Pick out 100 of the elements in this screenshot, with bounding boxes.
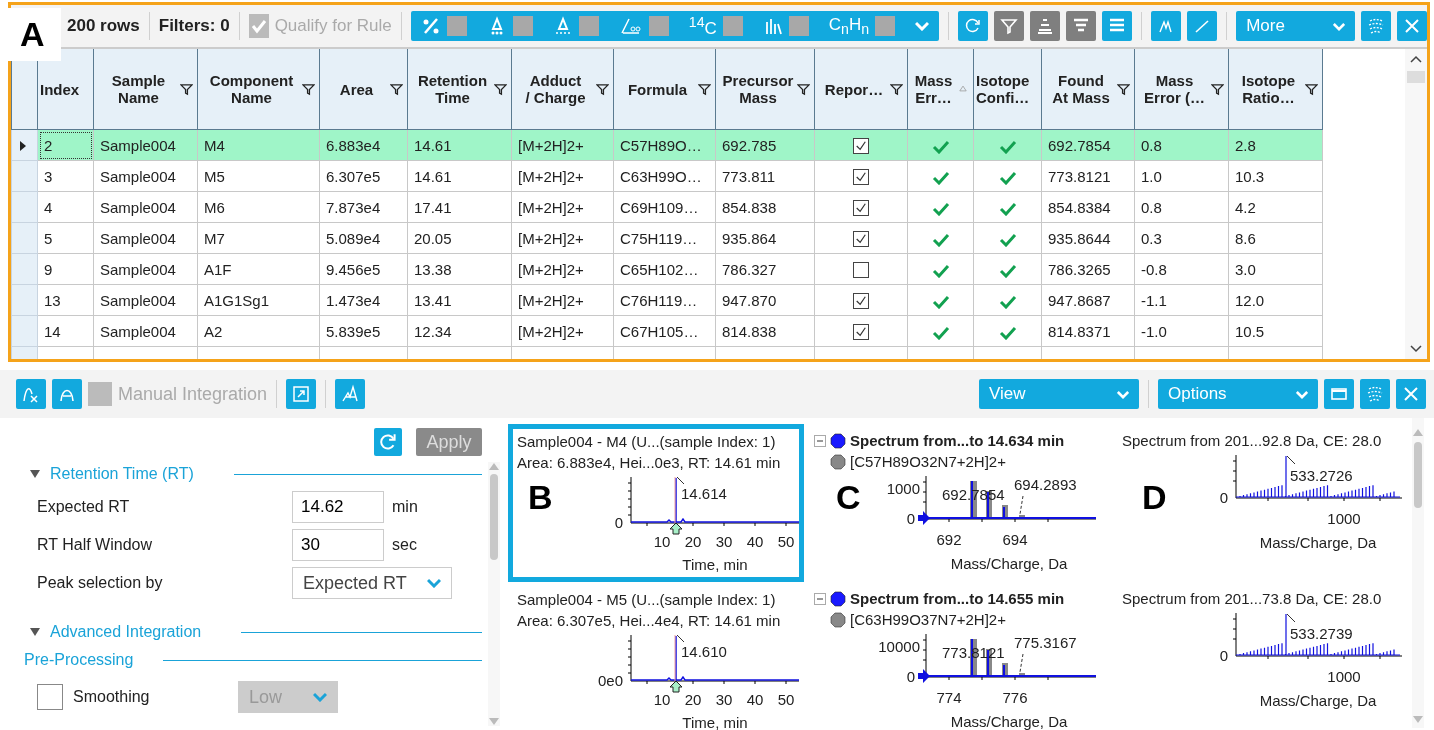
checkbox[interactable] [853,169,869,185]
filter-icon[interactable] [797,83,810,96]
column-header[interactable]: Formula [613,49,716,130]
column-header[interactable]: Isotope Confi… [973,49,1042,130]
toggle-box[interactable] [788,16,809,36]
toggle-box[interactable] [722,16,743,36]
peak-button[interactable] [1151,11,1182,41]
input-field[interactable]: 30 [292,529,384,561]
input-field[interactable]: 14.62 [292,491,384,523]
peak-a-button[interactable] [52,379,82,409]
table-row[interactable]: 14 Sample004 A2 5.839e5 12.34 [M+2H]2+ C67H105… 814.838 814.8371 -1.0 10.5 [11,315,1323,347]
table-cell: 786.327 [715,253,815,285]
scroll-up-icon[interactable] [1410,55,1422,63]
column-header[interactable]: Found At Mass [1041,49,1135,130]
octagon-icon [830,590,846,607]
axis-title: Time, min [682,556,748,573]
refresh-button[interactable] [958,11,989,41]
tick-label: 0 [1219,489,1228,506]
column-header[interactable]: Component Name [197,49,320,130]
table-cell: 13.41 [407,284,512,316]
filter-icon[interactable] [698,83,711,96]
toggle-box[interactable] [875,16,896,36]
table-cell: C67H105… [613,315,716,347]
column-header[interactable]: Area [319,49,408,130]
scrollbar[interactable] [488,462,500,726]
chart-subtitle: Area: 6.307e5, Hei...4e4, RT: 14.61 min [517,611,782,631]
table-cell: 6.883e4 [319,129,408,161]
line-button[interactable] [1187,11,1218,41]
table-cell: C63H99O… [613,160,716,192]
toggle-box[interactable] [578,16,599,36]
checkbox[interactable] [853,200,869,216]
table-row[interactable]: 4 Sample004 M6 7.873e4 17.41 [M+2H]2+ C69H109… 854.838 854.8384 0.8 4.2 [11,191,1323,223]
table-row[interactable]: 2 Sample004 M4 6.883e4 14.61 [M+2H]2+ C57H89O… 692.785 692.7854 0.8 2.8 [11,129,1323,161]
table-row[interactable]: 3 Sample004 M5 6.307e5 14.61 [M+2H]2+ C63H99O… 773.811 773.8121 1.0 10.3 [11,160,1323,192]
filter-icon[interactable] [180,83,193,96]
column-header[interactable]: Mass Error (… [1134,49,1229,130]
peak-pick-button[interactable] [335,379,366,409]
scroll-down-icon[interactable] [1410,345,1422,353]
filter-icon[interactable] [494,83,507,96]
table-cell: 692.7854 [1041,129,1135,161]
caret-icon[interactable] [915,21,930,31]
row-header[interactable] [11,129,38,161]
scrollbar[interactable] [1412,418,1424,728]
zoom-fit-button[interactable] [286,379,317,409]
toggle-box[interactable] [648,16,669,36]
axis-title: Mass/Charge, Da [1259,692,1377,709]
scroll-thumb[interactable] [1414,442,1422,508]
column-header[interactable]: Precursor Mass [715,49,815,130]
select-dropdown[interactable]: Expected RT [292,567,452,599]
toggle-box[interactable] [446,16,467,36]
collapse-icon[interactable] [814,434,826,447]
column-header[interactable]: Repor… [814,49,908,130]
checkbox[interactable] [853,231,869,247]
tick-label: 774 [936,689,962,706]
formula-peak-button[interactable] [16,379,46,409]
close-button[interactable] [1396,379,1426,409]
scroll-thumb[interactable] [1407,71,1425,83]
close-button[interactable] [1397,11,1427,41]
field-label: RT Half Window [37,536,153,554]
checkbox[interactable] [853,138,869,154]
table-row[interactable]: 13 Sample004 A1G1Sg1 1.473e4 13.41 [M+2H]2+ C76H119… 947.870 947.8687 -1.1 12.0 [11,284,1323,316]
column-header[interactable]: Isotope Ratio… [1228,49,1323,130]
settings-button[interactable] [1360,379,1390,409]
checkbox[interactable] [853,262,869,278]
panel-label: D [1142,480,1167,514]
table-row[interactable]: 9 Sample004 A1F 9.456e5 13.38 [M+2H]2+ C65H102… 786.327 786.3265 -0.8 3.0 [11,253,1323,285]
table-row[interactable]: 5 Sample004 M7 5.089e4 20.05 [M+2H]2+ C75H119… 935.864 935.8644 0.3 8.6 [11,222,1323,254]
chromatogram-pane[interactable]: Sample004 - M5 (U...(sample Index: 1) Area: 6.307e5, Hei...4e4, RT: 14.61 min 14.610 0e0 10 20 30 40 50 Time, min [508,582,804,730]
table-cell: 9.456e5 [319,253,408,285]
filter-icon[interactable] [1305,83,1318,96]
filter-icon[interactable] [1117,83,1130,96]
column-header[interactable]: Sample Name [93,49,198,130]
column-header[interactable]: Index [37,49,94,130]
toggle-box[interactable] [512,16,533,36]
checkbox[interactable] [853,324,869,340]
scrollbar[interactable] [1405,49,1427,359]
column-header[interactable]: Adduct / Charge [511,49,614,130]
window-button[interactable] [1324,379,1354,409]
filter-button[interactable] [994,11,1025,41]
table-cell: 10.3 [1228,160,1323,192]
settings-button[interactable] [1361,11,1391,41]
funnel-list-button[interactable] [1066,11,1097,41]
filter-icon[interactable] [1211,83,1224,96]
filter-icon[interactable] [390,83,403,96]
filter-icon[interactable] [302,83,315,96]
table-cell: C69H109… [613,191,716,223]
reset-button[interactable] [374,428,402,456]
column-header[interactable]: Retention Time [407,49,512,130]
align-button[interactable] [1030,11,1061,41]
scroll-thumb[interactable] [490,474,498,560]
precursor-arrow-icon [918,669,930,683]
axis-title: Mass/Charge, Da [1259,534,1377,551]
column-header[interactable]: Mass Err… [907,49,974,130]
ratio-icon[interactable] [618,16,643,36]
checkbox[interactable] [853,293,869,309]
collapse-icon[interactable] [814,592,826,605]
filter-icon[interactable] [596,83,609,96]
list-button[interactable] [1102,11,1133,41]
filter-icon[interactable] [890,83,903,96]
caret-icon [1296,389,1308,399]
